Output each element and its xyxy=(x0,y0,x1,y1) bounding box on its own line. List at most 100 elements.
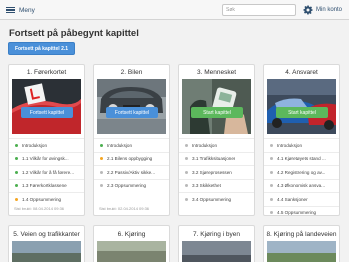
status-not-started-icon xyxy=(270,157,273,161)
item-label: 1.3 Førerkortklassene xyxy=(22,183,67,189)
status-not-started-icon xyxy=(100,184,103,188)
status-not-started-icon xyxy=(100,170,103,174)
status-done-icon xyxy=(15,157,18,161)
chapter-title: 8. Kjøring på landeveien xyxy=(266,231,337,238)
item-label: 1.4 Oppsummering xyxy=(22,196,62,202)
item-label: Introduksjon xyxy=(192,142,218,148)
search-input[interactable] xyxy=(222,4,296,16)
list-item[interactable]: 3.1 Trafikksituasjoner xyxy=(179,151,254,166)
list-item[interactable]: 2.3 Oppsummering xyxy=(94,178,169,193)
chapter-items: Introduksjon 2.1 Bilens oppbygging 2.2 P… xyxy=(94,138,169,192)
status-not-started-icon xyxy=(270,184,273,188)
list-item[interactable]: 2.2 Passiv/Aktiv sikke... xyxy=(94,165,169,179)
status-not-started-icon xyxy=(270,211,273,215)
status-not-started-icon xyxy=(270,143,273,147)
menu-button[interactable]: Meny xyxy=(6,3,35,17)
list-item[interactable]: 3.4 Oppsummering xyxy=(179,192,254,206)
item-label: 4.2 Registrering og av... xyxy=(277,169,326,175)
page-title: Fortsett på påbegynt kapittel xyxy=(9,28,139,39)
status-not-started-icon xyxy=(185,143,188,147)
chapter-card-2: 2. Bilen Fortsett kapittel Introduksjon … xyxy=(93,64,170,216)
chapter-image xyxy=(267,241,336,262)
status-not-started-icon xyxy=(185,197,188,201)
list-item[interactable]: Introduksjon xyxy=(94,138,169,152)
list-item[interactable]: 1.3 Førerkortklassene xyxy=(9,178,84,193)
status-done-icon xyxy=(15,184,18,188)
chapter-title: 2. Bilen xyxy=(120,69,143,76)
status-done-icon xyxy=(15,170,18,174)
chapter-card-6[interactable]: 6. Kjøring xyxy=(93,225,170,262)
status-not-started-icon xyxy=(270,170,273,174)
menu-label: Meny xyxy=(19,6,35,14)
list-item[interactable]: 2.1 Bilens oppbygging xyxy=(94,151,169,166)
item-label: Introduksjon xyxy=(22,142,48,148)
list-item[interactable]: 4.2 Registrering og av... xyxy=(264,165,339,179)
chapter-title: 6. Kjøring xyxy=(117,231,146,238)
list-item[interactable]: Introduksjon xyxy=(264,138,339,152)
chapter-items: Introduksjon 1.1 Vilkår for øvingsk... 1… xyxy=(9,138,84,206)
last-used-date: Sist brukt: 02.04.2014 09:36 xyxy=(99,206,150,211)
chapter-items: Introduksjon 4.1 Kjøretøyets stand ... 4… xyxy=(264,138,339,219)
last-used-date: Sist brukt: 08.04.2014 09:36 xyxy=(14,206,65,211)
list-item[interactable]: 4.4 Sanksjoner xyxy=(264,192,339,206)
item-label: 3.4 Oppsummering xyxy=(192,196,232,202)
status-done-icon xyxy=(100,143,103,147)
gear-icon xyxy=(303,5,313,15)
status-done-icon xyxy=(15,143,18,147)
chapter-image xyxy=(182,241,251,262)
account-label: Min konto xyxy=(316,7,343,13)
list-item[interactable]: 4.5 Oppsummering xyxy=(264,205,339,220)
start-chapter-3-button[interactable]: Start kapittel xyxy=(191,107,243,118)
item-label: 2.3 Oppsummering xyxy=(107,183,147,189)
chapter-title: 1. Førerkortet xyxy=(26,69,67,76)
list-item[interactable]: Introduksjon xyxy=(9,138,84,152)
chapter-card-1: 1. Førerkortet Fortsett kapittel Introdu… xyxy=(8,64,85,216)
status-not-started-icon xyxy=(270,197,273,201)
status-in-progress-icon xyxy=(15,197,18,201)
chapter-image xyxy=(12,241,81,262)
item-label: 3.1 Trafikksituasjoner xyxy=(192,156,236,162)
chapter-card-7[interactable]: 7. Kjøring i byen xyxy=(178,225,255,262)
account-button[interactable]: Min konto xyxy=(303,3,342,17)
chapter-title: 4. Ansvaret xyxy=(285,69,318,76)
chapter-card-3: 3. Mennesket Start kapittel Introduksjon… xyxy=(178,64,255,216)
item-label: 2.2 Passiv/Aktiv sikke... xyxy=(107,169,155,175)
list-item[interactable]: 3.2 Sjøreprosessen xyxy=(179,165,254,179)
top-bar: Meny Min konto xyxy=(0,0,349,20)
item-label: 3.3 Skikkethet xyxy=(192,183,221,189)
chapter-card-5[interactable]: 5. Veien og trafikkanter xyxy=(8,225,85,262)
continue-chapter-1-button[interactable]: Fortsett kapittel xyxy=(21,107,73,118)
status-not-started-icon xyxy=(185,184,188,188)
list-item[interactable]: 4.1 Kjøretøyets stand ... xyxy=(264,151,339,166)
start-chapter-4-button[interactable]: Start kapittel xyxy=(276,107,328,118)
item-label: 4.4 Sanksjoner xyxy=(277,196,308,202)
list-item[interactable]: 4.3 Økonomisk ansva... xyxy=(264,178,339,193)
item-label: Introduksjon xyxy=(277,142,303,148)
chapter-card-4: 4. Ansvaret Start kapittel Introduksjon … xyxy=(263,64,340,216)
chapter-title: 5. Veien og trafikkanter xyxy=(13,231,80,238)
chapter-image xyxy=(97,241,166,262)
item-label: 2.1 Bilens oppbygging xyxy=(107,156,153,162)
continue-chapter-button[interactable]: Fortsett på kapittel 2.1 xyxy=(8,42,75,55)
item-label: 4.3 Økonomisk ansva... xyxy=(277,183,326,189)
chapter-title: 7. Kjøring i byen xyxy=(193,231,240,238)
list-item[interactable]: 3.3 Skikkethet xyxy=(179,178,254,193)
status-not-started-icon xyxy=(185,157,188,161)
hamburger-icon xyxy=(6,6,15,14)
item-label: 1.2 Vilkår for å få førere... xyxy=(22,169,74,175)
list-item[interactable]: Introduksjon xyxy=(179,138,254,152)
item-label: 1.1 Vilkår for øvingsk... xyxy=(22,156,69,162)
chapter-card-8[interactable]: 8. Kjøring på landeveien xyxy=(263,225,340,262)
list-item[interactable]: 1.2 Vilkår for å få førere... xyxy=(9,165,84,179)
item-label: Introduksjon xyxy=(107,142,133,148)
status-in-progress-icon xyxy=(100,157,103,161)
status-not-started-icon xyxy=(185,170,188,174)
continue-chapter-2-button[interactable]: Fortsett kapittel xyxy=(106,107,158,118)
list-item[interactable]: 1.4 Oppsummering xyxy=(9,192,84,206)
item-label: 4.1 Kjøretøyets stand ... xyxy=(277,156,326,162)
item-label: 4.5 Oppsummering xyxy=(277,210,317,216)
chapter-items: Introduksjon 3.1 Trafikksituasjoner 3.2 … xyxy=(179,138,254,206)
chapter-title: 3. Mennesket xyxy=(196,69,237,76)
list-item[interactable]: 1.1 Vilkår for øvingsk... xyxy=(9,151,84,166)
item-label: 3.2 Sjøreprosessen xyxy=(192,169,232,175)
